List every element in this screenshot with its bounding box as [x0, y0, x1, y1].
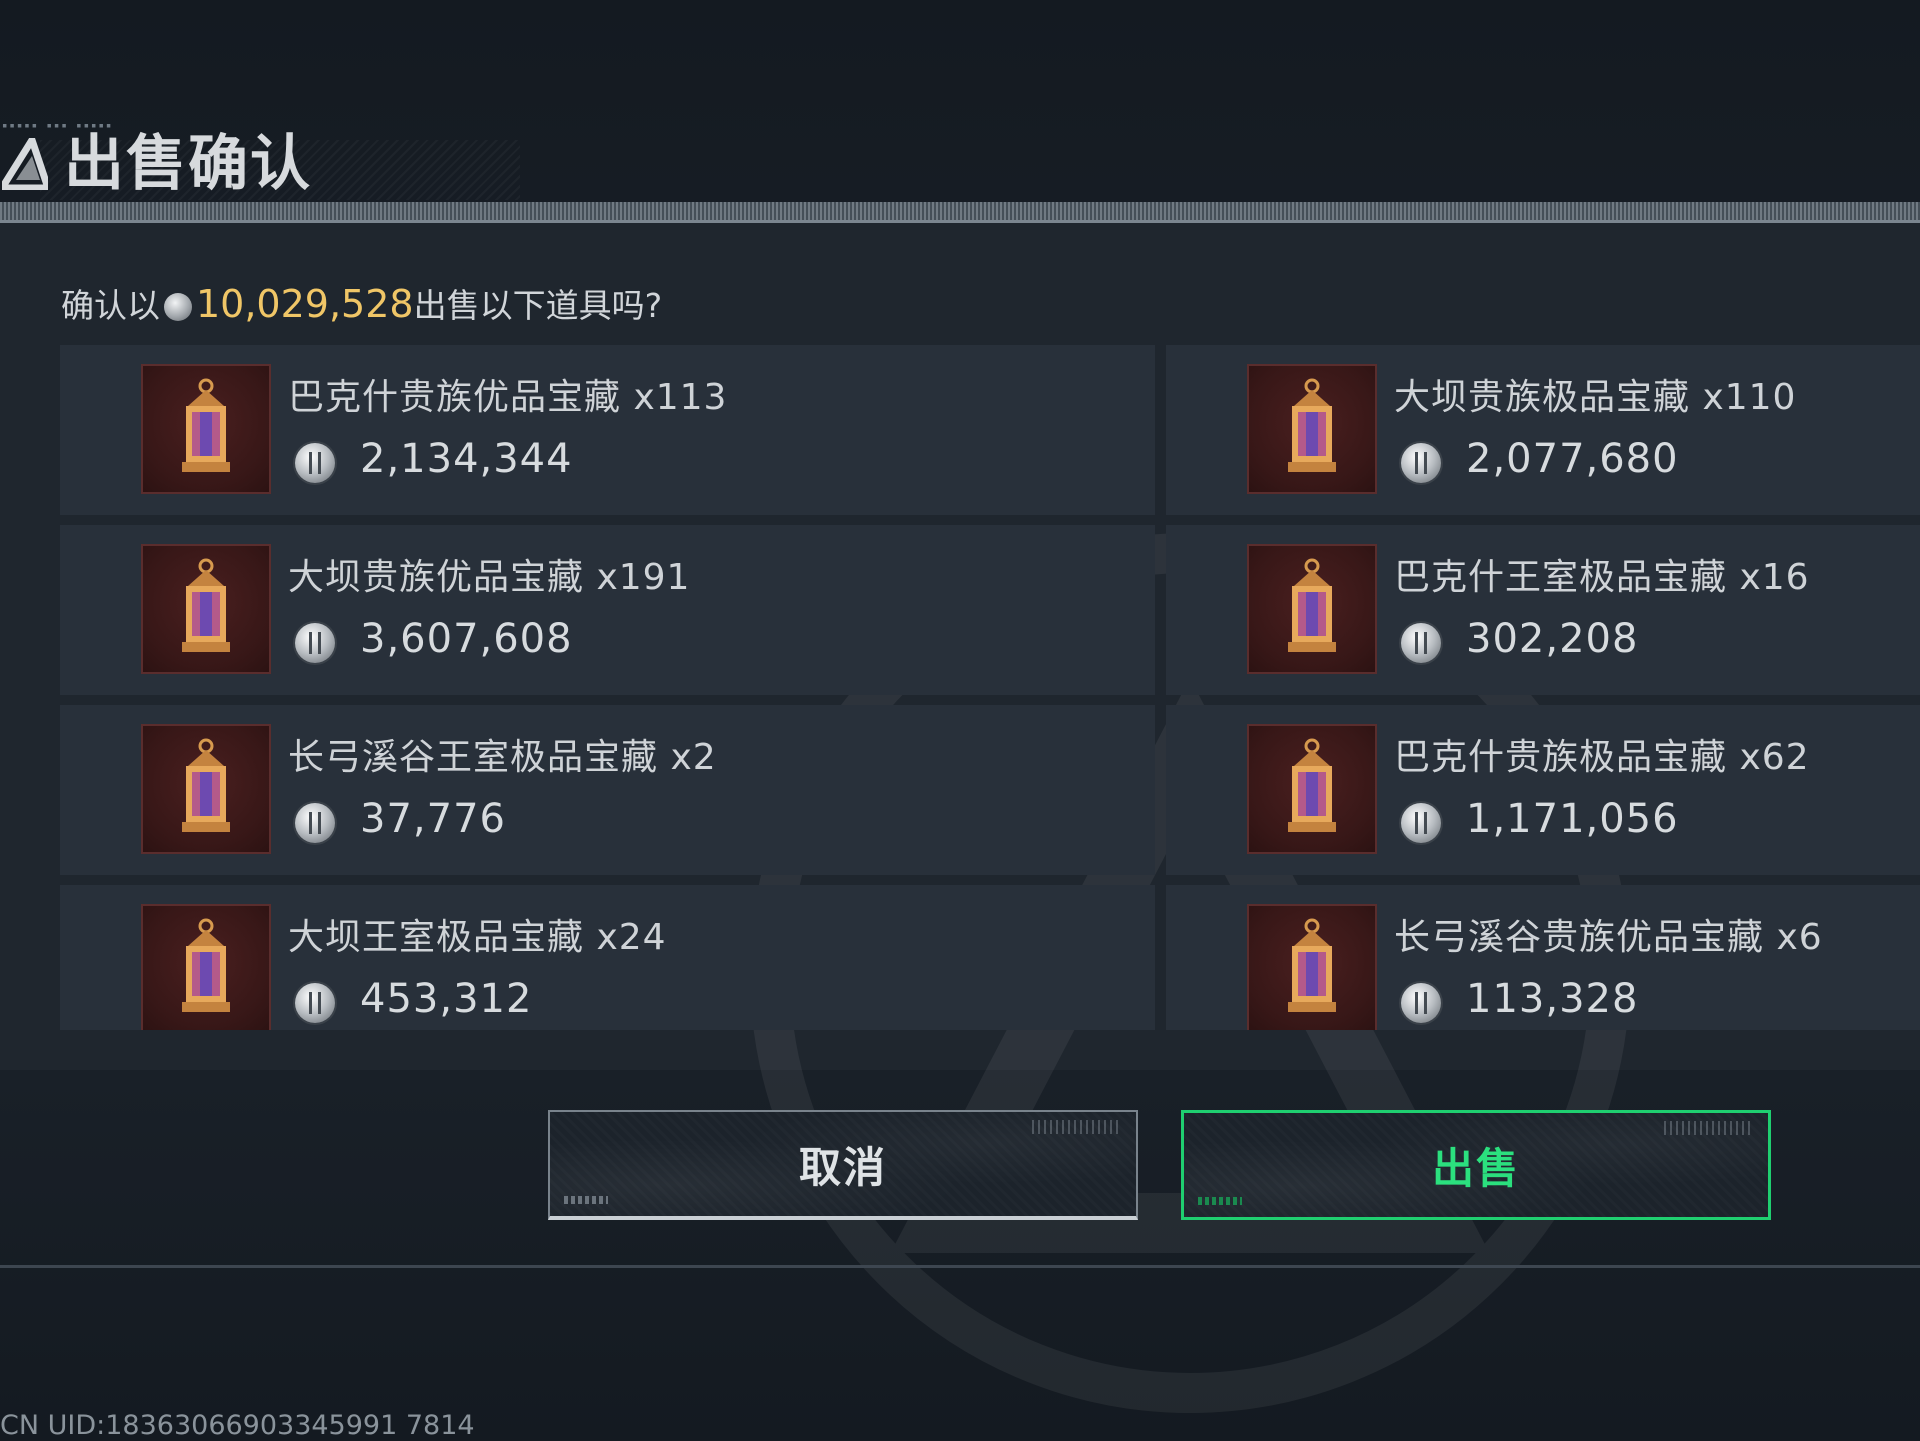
prompt-suffix: 出售以下道具吗? — [413, 286, 663, 325]
item-thumbnail — [1247, 904, 1377, 1030]
item-price: 3,607,608 — [360, 616, 573, 662]
list-item: 大坝贵族优品宝藏 x191 3,607,608 — [60, 525, 1155, 695]
sell-button[interactable]: 出售 — [1181, 1110, 1771, 1220]
item-thumbnail — [141, 364, 271, 494]
lantern-icon — [182, 378, 230, 472]
user-uid: CN UID:18363066903345991 7814 — [0, 1410, 475, 1441]
item-name: 巴克什贵族优品宝藏 x113 — [288, 377, 728, 418]
item-price: 37,776 — [360, 796, 506, 842]
item-thumbnail — [141, 904, 271, 1030]
item-name: 大坝王室极品宝藏 x24 — [288, 917, 667, 958]
cancel-button[interactable]: 取消 — [548, 1110, 1138, 1220]
silver-coin-icon — [164, 293, 192, 321]
item-name: 巴克什王室极品宝藏 x16 — [1394, 557, 1810, 598]
item-thumbnail — [1247, 364, 1377, 494]
item-name: 长弓溪谷王室极品宝藏 x2 — [288, 737, 717, 778]
item-thumbnail — [1247, 544, 1377, 674]
item-thumbnail — [1247, 724, 1377, 854]
sell-confirm-screen: ▪▪▪▪▪ ▪▪▪ ▪▪▪▪▪ 出售确认 确认以 10,029,528出售以下道具… — [0, 0, 1920, 1441]
list-item: 巴克什贵族极品宝藏 x62 1,171,056 — [1166, 705, 1920, 875]
silver-coin-icon — [1401, 983, 1441, 1023]
lantern-icon — [1288, 738, 1336, 832]
lantern-icon — [1288, 558, 1336, 652]
bottom-divider — [0, 1265, 1920, 1268]
silver-coin-icon — [1401, 803, 1441, 843]
lantern-icon — [1288, 378, 1336, 472]
item-name: 巴克什贵族极品宝藏 x62 — [1394, 737, 1810, 778]
lantern-icon — [182, 738, 230, 832]
item-price: 453,312 — [360, 976, 533, 1022]
prompt-prefix: 确认以 — [61, 286, 160, 325]
cancel-button-label: 取消 — [798, 1142, 887, 1192]
list-item: 大坝贵族极品宝藏 x110 2,077,680 — [1166, 345, 1920, 515]
total-amount: 10,029,528 — [196, 282, 414, 326]
item-thumbnail — [141, 544, 271, 674]
item-price: 2,134,344 — [360, 436, 573, 482]
item-list[interactable]: 巴克什贵族优品宝藏 x113 2,134,344 大坝贵族极品宝藏 x110 2… — [60, 345, 1920, 1030]
sell-prompt: 确认以 10,029,528出售以下道具吗? — [61, 282, 662, 328]
item-name: 长弓溪谷贵族优品宝藏 x6 — [1394, 917, 1823, 958]
list-item: 大坝王室极品宝藏 x24 453,312 — [60, 885, 1155, 1030]
silver-coin-icon — [295, 623, 335, 663]
silver-coin-icon — [295, 803, 335, 843]
triangle-logo-icon — [2, 138, 48, 190]
item-name: 大坝贵族优品宝藏 x191 — [288, 557, 691, 598]
page-title: 出售确认 — [64, 129, 312, 199]
lantern-icon — [182, 558, 230, 652]
lantern-icon — [182, 918, 230, 1012]
item-price: 2,077,680 — [1466, 436, 1679, 482]
silver-coin-icon — [1401, 623, 1441, 663]
silver-coin-icon — [1401, 443, 1441, 483]
list-item: 长弓溪谷贵族优品宝藏 x6 113,328 — [1166, 885, 1920, 1030]
sell-button-label: 出售 — [1431, 1143, 1520, 1193]
item-price: 1,171,056 — [1466, 796, 1679, 842]
list-item: 巴克什王室极品宝藏 x16 302,208 — [1166, 525, 1920, 695]
item-thumbnail — [141, 724, 271, 854]
silver-coin-icon — [295, 443, 335, 483]
lantern-icon — [1288, 918, 1336, 1012]
silver-coin-icon — [295, 983, 335, 1023]
item-price: 302,208 — [1466, 616, 1639, 662]
list-item: 巴克什贵族优品宝藏 x113 2,134,344 — [60, 345, 1155, 515]
item-price: 113,328 — [1466, 976, 1639, 1022]
item-name: 大坝贵族极品宝藏 x110 — [1394, 377, 1797, 418]
header-divider — [0, 202, 1920, 222]
list-item: 长弓溪谷王室极品宝藏 x2 37,776 — [60, 705, 1155, 875]
